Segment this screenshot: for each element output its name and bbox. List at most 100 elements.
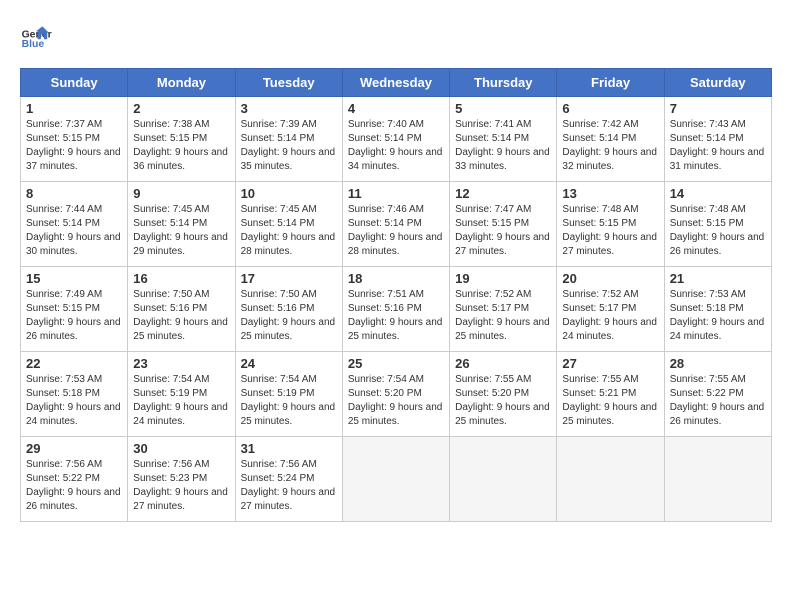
day-info: Sunrise: 7:54 AM Sunset: 5:20 PM Dayligh…: [348, 373, 444, 429]
calendar-day-cell: 26 Sunrise: 7:55 AM Sunset: 5:20 PM Dayl…: [450, 352, 557, 437]
day-number: 17: [241, 271, 337, 286]
calendar-week-row: 29 Sunrise: 7:56 AM Sunset: 5:22 PM Dayl…: [21, 437, 772, 522]
calendar-day-cell: 10 Sunrise: 7:45 AM Sunset: 5:14 PM Dayl…: [235, 182, 342, 267]
day-info: Sunrise: 7:38 AM Sunset: 5:15 PM Dayligh…: [133, 118, 229, 174]
day-number: 3: [241, 101, 337, 116]
day-info: Sunrise: 7:46 AM Sunset: 5:14 PM Dayligh…: [348, 203, 444, 259]
day-info: Sunrise: 7:54 AM Sunset: 5:19 PM Dayligh…: [133, 373, 229, 429]
day-info: Sunrise: 7:48 AM Sunset: 5:15 PM Dayligh…: [562, 203, 658, 259]
calendar-day-cell: 3 Sunrise: 7:39 AM Sunset: 5:14 PM Dayli…: [235, 97, 342, 182]
day-info: Sunrise: 7:53 AM Sunset: 5:18 PM Dayligh…: [26, 373, 122, 429]
calendar-day-cell: 24 Sunrise: 7:54 AM Sunset: 5:19 PM Dayl…: [235, 352, 342, 437]
day-number: 5: [455, 101, 551, 116]
day-number: 31: [241, 441, 337, 456]
day-info: Sunrise: 7:45 AM Sunset: 5:14 PM Dayligh…: [133, 203, 229, 259]
day-info: Sunrise: 7:55 AM Sunset: 5:21 PM Dayligh…: [562, 373, 658, 429]
day-number: 4: [348, 101, 444, 116]
day-info: Sunrise: 7:41 AM Sunset: 5:14 PM Dayligh…: [455, 118, 551, 174]
day-number: 19: [455, 271, 551, 286]
calendar-day-cell: 5 Sunrise: 7:41 AM Sunset: 5:14 PM Dayli…: [450, 97, 557, 182]
calendar-week-row: 8 Sunrise: 7:44 AM Sunset: 5:14 PM Dayli…: [21, 182, 772, 267]
day-number: 20: [562, 271, 658, 286]
day-info: Sunrise: 7:40 AM Sunset: 5:14 PM Dayligh…: [348, 118, 444, 174]
day-number: 1: [26, 101, 122, 116]
day-info: Sunrise: 7:52 AM Sunset: 5:17 PM Dayligh…: [562, 288, 658, 344]
day-info: Sunrise: 7:39 AM Sunset: 5:14 PM Dayligh…: [241, 118, 337, 174]
page-header: General Blue: [20, 20, 772, 52]
day-info: Sunrise: 7:50 AM Sunset: 5:16 PM Dayligh…: [241, 288, 337, 344]
calendar-day-header: Sunday: [21, 69, 128, 97]
calendar-day-cell: 25 Sunrise: 7:54 AM Sunset: 5:20 PM Dayl…: [342, 352, 449, 437]
calendar-day-cell: 29 Sunrise: 7:56 AM Sunset: 5:22 PM Dayl…: [21, 437, 128, 522]
calendar-day-header: Tuesday: [235, 69, 342, 97]
calendar-day-cell: 16 Sunrise: 7:50 AM Sunset: 5:16 PM Dayl…: [128, 267, 235, 352]
day-info: Sunrise: 7:47 AM Sunset: 5:15 PM Dayligh…: [455, 203, 551, 259]
calendar-day-cell: 18 Sunrise: 7:51 AM Sunset: 5:16 PM Dayl…: [342, 267, 449, 352]
calendar-day-header: Thursday: [450, 69, 557, 97]
logo: General Blue: [20, 20, 52, 52]
calendar-table: SundayMondayTuesdayWednesdayThursdayFrid…: [20, 68, 772, 522]
calendar-empty-cell: [342, 437, 449, 522]
day-number: 15: [26, 271, 122, 286]
day-info: Sunrise: 7:55 AM Sunset: 5:22 PM Dayligh…: [670, 373, 766, 429]
calendar-day-cell: 22 Sunrise: 7:53 AM Sunset: 5:18 PM Dayl…: [21, 352, 128, 437]
day-info: Sunrise: 7:45 AM Sunset: 5:14 PM Dayligh…: [241, 203, 337, 259]
day-info: Sunrise: 7:52 AM Sunset: 5:17 PM Dayligh…: [455, 288, 551, 344]
day-number: 22: [26, 356, 122, 371]
day-number: 21: [670, 271, 766, 286]
day-number: 25: [348, 356, 444, 371]
calendar-day-header: Friday: [557, 69, 664, 97]
calendar-day-header: Wednesday: [342, 69, 449, 97]
day-info: Sunrise: 7:56 AM Sunset: 5:23 PM Dayligh…: [133, 458, 229, 514]
svg-text:Blue: Blue: [22, 39, 45, 50]
day-number: 26: [455, 356, 551, 371]
calendar-day-cell: 23 Sunrise: 7:54 AM Sunset: 5:19 PM Dayl…: [128, 352, 235, 437]
calendar-day-cell: 9 Sunrise: 7:45 AM Sunset: 5:14 PM Dayli…: [128, 182, 235, 267]
day-number: 16: [133, 271, 229, 286]
logo-icon: General Blue: [20, 20, 52, 52]
day-number: 29: [26, 441, 122, 456]
day-number: 8: [26, 186, 122, 201]
calendar-empty-cell: [557, 437, 664, 522]
day-info: Sunrise: 7:54 AM Sunset: 5:19 PM Dayligh…: [241, 373, 337, 429]
calendar-day-cell: 13 Sunrise: 7:48 AM Sunset: 5:15 PM Dayl…: [557, 182, 664, 267]
calendar-day-header: Saturday: [664, 69, 771, 97]
calendar-empty-cell: [450, 437, 557, 522]
day-number: 11: [348, 186, 444, 201]
day-info: Sunrise: 7:43 AM Sunset: 5:14 PM Dayligh…: [670, 118, 766, 174]
day-info: Sunrise: 7:53 AM Sunset: 5:18 PM Dayligh…: [670, 288, 766, 344]
day-number: 12: [455, 186, 551, 201]
day-number: 24: [241, 356, 337, 371]
day-info: Sunrise: 7:51 AM Sunset: 5:16 PM Dayligh…: [348, 288, 444, 344]
calendar-header-row: SundayMondayTuesdayWednesdayThursdayFrid…: [21, 69, 772, 97]
calendar-day-cell: 28 Sunrise: 7:55 AM Sunset: 5:22 PM Dayl…: [664, 352, 771, 437]
day-number: 9: [133, 186, 229, 201]
calendar-day-cell: 8 Sunrise: 7:44 AM Sunset: 5:14 PM Dayli…: [21, 182, 128, 267]
calendar-day-cell: 4 Sunrise: 7:40 AM Sunset: 5:14 PM Dayli…: [342, 97, 449, 182]
day-number: 6: [562, 101, 658, 116]
calendar-day-cell: 12 Sunrise: 7:47 AM Sunset: 5:15 PM Dayl…: [450, 182, 557, 267]
calendar-day-cell: 17 Sunrise: 7:50 AM Sunset: 5:16 PM Dayl…: [235, 267, 342, 352]
calendar-day-cell: 20 Sunrise: 7:52 AM Sunset: 5:17 PM Dayl…: [557, 267, 664, 352]
calendar-day-cell: 21 Sunrise: 7:53 AM Sunset: 5:18 PM Dayl…: [664, 267, 771, 352]
day-info: Sunrise: 7:44 AM Sunset: 5:14 PM Dayligh…: [26, 203, 122, 259]
day-number: 28: [670, 356, 766, 371]
day-info: Sunrise: 7:42 AM Sunset: 5:14 PM Dayligh…: [562, 118, 658, 174]
calendar-day-cell: 27 Sunrise: 7:55 AM Sunset: 5:21 PM Dayl…: [557, 352, 664, 437]
calendar-week-row: 22 Sunrise: 7:53 AM Sunset: 5:18 PM Dayl…: [21, 352, 772, 437]
calendar-day-cell: 15 Sunrise: 7:49 AM Sunset: 5:15 PM Dayl…: [21, 267, 128, 352]
day-number: 27: [562, 356, 658, 371]
calendar-day-header: Monday: [128, 69, 235, 97]
day-info: Sunrise: 7:55 AM Sunset: 5:20 PM Dayligh…: [455, 373, 551, 429]
calendar-day-cell: 19 Sunrise: 7:52 AM Sunset: 5:17 PM Dayl…: [450, 267, 557, 352]
calendar-week-row: 15 Sunrise: 7:49 AM Sunset: 5:15 PM Dayl…: [21, 267, 772, 352]
day-info: Sunrise: 7:48 AM Sunset: 5:15 PM Dayligh…: [670, 203, 766, 259]
day-number: 7: [670, 101, 766, 116]
day-number: 2: [133, 101, 229, 116]
day-info: Sunrise: 7:50 AM Sunset: 5:16 PM Dayligh…: [133, 288, 229, 344]
calendar-week-row: 1 Sunrise: 7:37 AM Sunset: 5:15 PM Dayli…: [21, 97, 772, 182]
calendar-day-cell: 30 Sunrise: 7:56 AM Sunset: 5:23 PM Dayl…: [128, 437, 235, 522]
day-number: 30: [133, 441, 229, 456]
day-number: 10: [241, 186, 337, 201]
day-info: Sunrise: 7:49 AM Sunset: 5:15 PM Dayligh…: [26, 288, 122, 344]
